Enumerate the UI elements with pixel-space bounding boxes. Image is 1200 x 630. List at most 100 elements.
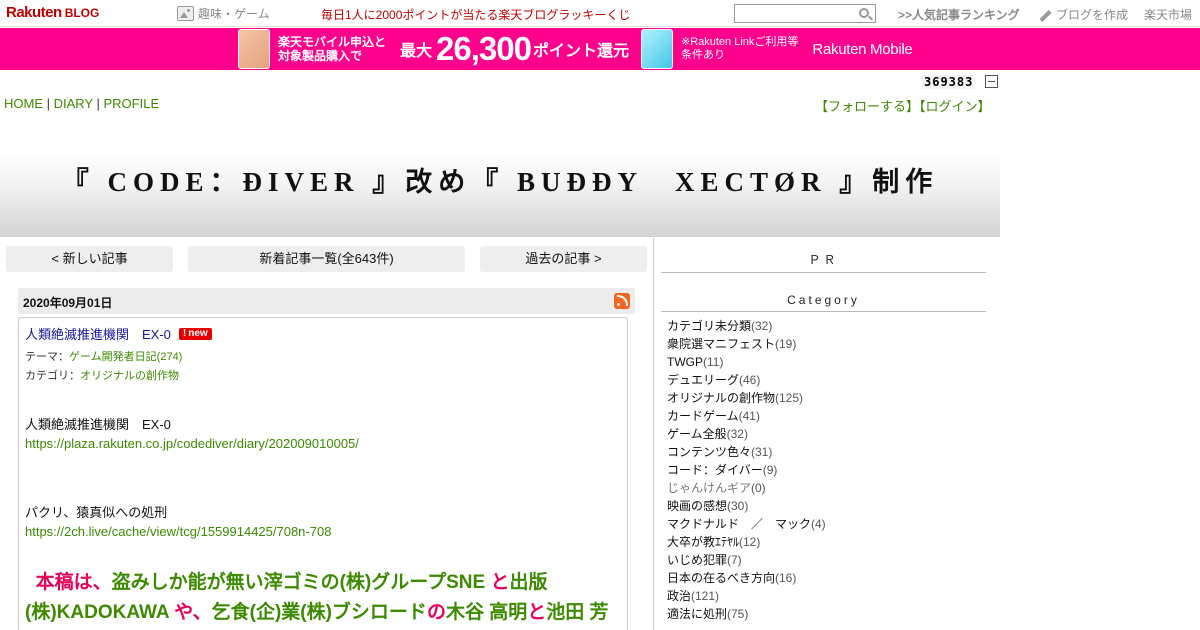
category-item[interactable]: コード：ダイバー(9): [667, 462, 826, 480]
nav-home[interactable]: HOME: [4, 96, 43, 111]
search-box: [734, 4, 876, 23]
pencil-icon: [1038, 9, 1052, 21]
category-name: 日本の在るべき方向: [667, 571, 776, 585]
category-item[interactable]: 大卒が教ｴﾃﾔﾙ(12): [667, 534, 826, 552]
ranking-link[interactable]: >>人気記事ランキング: [898, 6, 1020, 23]
category-count: (125): [775, 391, 804, 405]
category-name: マクドナルド ／ マック: [667, 517, 812, 531]
nav-separator: |: [92, 96, 104, 111]
category-item[interactable]: カテゴリ未分類(32): [667, 318, 826, 336]
category-name: カードゲーム: [667, 409, 739, 423]
banner-content: 楽天モバイル申込と 対象製品購入で 最大 26,300 ポイント還元 ※Raku…: [238, 28, 962, 70]
article-link-1[interactable]: https://plaza.rakuten.co.jp/codediver/di…: [25, 436, 359, 451]
older-article-button[interactable]: 過去の記事 >: [480, 246, 647, 272]
category-item[interactable]: ゲーム全般(32): [667, 426, 826, 444]
rakuten-market-link[interactable]: 楽天市場: [1144, 6, 1192, 23]
global-header: Rakuten BLOG 趣味・ゲーム 毎日1人に2000ポイントが当たる楽天ブ…: [0, 0, 1200, 27]
emph-s9: と: [527, 602, 547, 623]
rakuten-blog-logo[interactable]: Rakuten BLOG: [6, 4, 99, 22]
article-theme: テーマ：ゲーム開発者日記(274): [25, 348, 182, 364]
logo-rakuten-text: Rakuten: [6, 4, 62, 21]
category-count: (19): [775, 337, 797, 351]
nav-diary[interactable]: DIARY: [54, 96, 93, 111]
category-count: (9): [762, 463, 778, 477]
article-list-button[interactable]: 新着記事一覧(全643件): [188, 246, 465, 272]
follow-login-links: 【フォローする】【ログイン】: [815, 96, 991, 115]
category-item[interactable]: マクドナルド ／ マック(4): [667, 516, 826, 534]
category-name: TWGP: [667, 355, 703, 369]
article-box: 人類絶滅推進機関 EX-0 new テーマ：ゲーム開発者日記(274) カテゴリ…: [18, 317, 628, 630]
article-emphasis-text: 本稿は、盗みしか能が無い滓ゴミの(株)グループSNE と出版(株)KADOKAW…: [25, 568, 625, 628]
category-item[interactable]: 政治(121): [667, 588, 826, 606]
category-name: 映画の感想: [667, 499, 728, 513]
article-paragraph-1: 人類絶滅推進機関 EX-0: [25, 417, 171, 432]
category-item[interactable]: 適法に処刑(75): [667, 606, 826, 624]
blog-title[interactable]: 『 CODE：ĐIVER 』改め『 BUĐĐY XECTØR 』制作: [0, 160, 1000, 199]
category-label: カテゴリ：: [25, 370, 80, 382]
banner-note-2: 条件あり: [680, 49, 725, 61]
counter-graph-icon[interactable]: [985, 75, 998, 88]
category-heading: Category: [661, 293, 986, 312]
emph-s1: 本稿は、: [35, 572, 112, 593]
category-list: カテゴリ未分類(32) 衆院選マニフェスト(19) TWGP(11) デュエリー…: [667, 318, 826, 624]
theme-label: テーマ：: [25, 351, 69, 363]
category-item[interactable]: TWGP(11): [667, 354, 826, 372]
category-name: オリジナルの創作物: [667, 391, 776, 405]
banner-max-text: 最大: [400, 43, 433, 60]
category-name: 政治: [667, 589, 692, 603]
category-count: (16): [775, 571, 797, 585]
hobby-genre-link[interactable]: 趣味・ゲーム: [177, 5, 270, 22]
rakuten-mobile-banner[interactable]: 楽天モバイル申込と 対象製品購入で 最大 26,300 ポイント還元 ※Raku…: [0, 28, 1200, 70]
search-icon[interactable]: [859, 8, 869, 18]
lucky-lottery-link[interactable]: 毎日1人に2000ポイントが当たる楽天ブログラッキーくじ: [321, 6, 630, 23]
category-count: (11): [703, 355, 724, 369]
category-item[interactable]: 映画の感想(30): [667, 498, 826, 516]
category-count: (75): [727, 607, 749, 621]
banner-line-2: 対象製品購入で: [278, 49, 363, 63]
emph-s6: 乞食(企)業(株)ブシロード: [211, 602, 427, 623]
article-link-2[interactable]: https://2ch.live/cache/view/tcg/15599144…: [25, 524, 331, 539]
category-count: (46): [739, 373, 761, 387]
category-item[interactable]: コンテンツ色々(31): [667, 444, 826, 462]
newer-article-button[interactable]: < 新しい記事: [6, 246, 173, 272]
category-item[interactable]: デュエリーグ(46): [667, 372, 826, 390]
theme-link[interactable]: ゲーム開発者日記(274): [69, 351, 182, 363]
category-item[interactable]: じゃんけんギア(0): [667, 480, 826, 498]
hobby-genre-label: 趣味・ゲーム: [198, 7, 270, 21]
category-count: (41): [738, 409, 760, 423]
emph-s7: の: [426, 602, 446, 623]
category-name: コード：ダイバー: [667, 463, 763, 477]
create-blog-link[interactable]: ブログを作成: [1038, 6, 1128, 23]
blog-nav: HOME | DIARY | PROFILE: [4, 96, 159, 111]
category-count: (12): [739, 535, 761, 549]
banner-points-suffix: ポイント還元: [532, 43, 629, 60]
category-count: (30): [727, 499, 749, 513]
article-title[interactable]: 人類絶滅推進機関 EX-0: [25, 324, 171, 343]
category-name: いじめ犯罪: [667, 553, 728, 567]
search-input[interactable]: [735, 5, 853, 22]
category-name: カテゴリ未分類: [667, 319, 752, 333]
phone-image-2: [640, 29, 673, 69]
banner-condition-text: 楽天モバイル申込と 対象製品購入で: [278, 35, 386, 63]
category-item[interactable]: いじめ犯罪(7): [667, 552, 826, 570]
emph-s5: や、: [168, 602, 212, 623]
category-link[interactable]: オリジナルの創作物: [80, 370, 179, 382]
article-title-row: 人類絶滅推進機関 EX-0 new: [25, 324, 212, 343]
banner-points: 26,300: [436, 30, 532, 67]
login-link[interactable]: 【ログイン】: [919, 99, 991, 114]
follow-link[interactable]: 【フォローする】: [815, 99, 919, 114]
category-item[interactable]: カードゲーム(41): [667, 408, 826, 426]
nav-profile[interactable]: PROFILE: [103, 96, 159, 111]
category-name: コンテンツ色々: [667, 445, 752, 459]
create-blog-label: ブログを作成: [1056, 8, 1129, 22]
rss-icon[interactable]: [614, 293, 630, 309]
category-item[interactable]: 日本の在るべき方向(16): [667, 570, 826, 588]
banner-brand: Rakuten Mobile: [812, 40, 913, 58]
category-item[interactable]: オリジナルの創作物(125): [667, 390, 826, 408]
category-item[interactable]: 衆院選マニフェスト(19): [667, 336, 826, 354]
category-count: (32): [726, 427, 748, 441]
category-count: (0): [751, 481, 766, 495]
column-divider: [653, 238, 654, 630]
category-count: (31): [751, 445, 773, 459]
image-icon: [177, 6, 194, 21]
